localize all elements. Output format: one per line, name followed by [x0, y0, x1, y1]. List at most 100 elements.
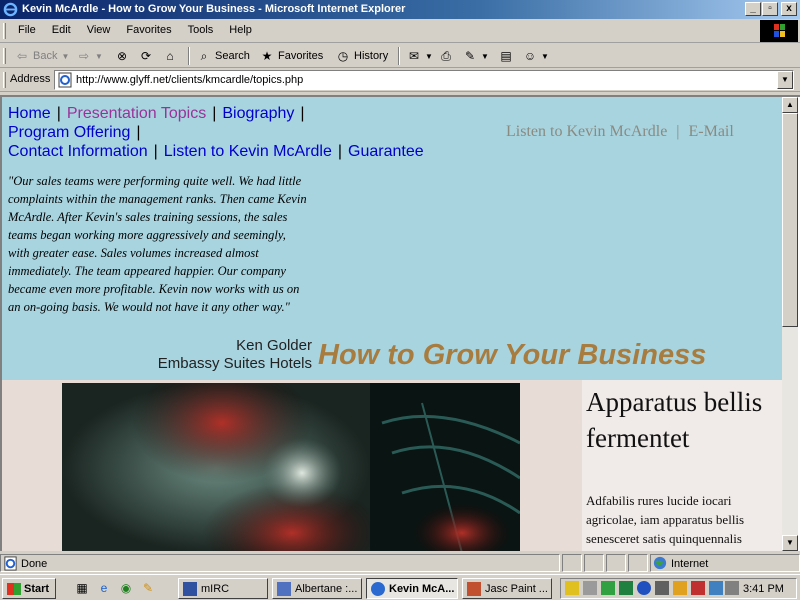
scroll-thumb[interactable] — [782, 113, 798, 327]
system-tray: 3:41 PM — [560, 578, 797, 599]
nav-contact-information[interactable]: Contact Information — [8, 143, 148, 160]
ie-task-icon — [371, 581, 385, 596]
stop-button[interactable]: ⊗ — [114, 47, 133, 65]
tray-icon[interactable] — [655, 581, 669, 595]
menu-bar: File Edit View Favorites Tools Help — [0, 19, 800, 43]
edit-icon: ✎ — [464, 49, 476, 63]
testimonial-attribution: Ken Golder Embassy Suites Hotels — [142, 337, 312, 373]
mail-icon: ✉ — [408, 49, 420, 63]
volume-icon[interactable] — [725, 581, 739, 595]
scroll-down-button[interactable]: ▼ — [782, 535, 798, 551]
refresh-button[interactable]: ⟳ — [138, 47, 157, 65]
back-arrow-icon: ⇦ — [16, 49, 28, 63]
tray-icon[interactable] — [565, 581, 579, 595]
top-links: Listen to Kevin McArdle | E-Mail — [506, 123, 734, 141]
nav-separator: | — [136, 124, 141, 141]
side-title: Apparatus bellis fermentet — [586, 387, 763, 453]
title-bar[interactable]: Kevin McArdle - How to Grow Your Busines… — [0, 0, 800, 19]
nav-listen[interactable]: Listen to Kevin McArdle — [164, 143, 332, 160]
clock[interactable]: 3:41 PM — [743, 583, 784, 595]
page-headline: How to Grow Your Business — [318, 339, 707, 371]
forward-arrow-icon: ⇨ — [78, 49, 90, 63]
nav-home[interactable]: Home — [8, 105, 51, 122]
address-input[interactable]: http://www.glyff.net/clients/kmcardle/to… — [54, 70, 794, 90]
nav-presentation-topics[interactable]: Presentation Topics — [67, 105, 206, 122]
vertical-scrollbar[interactable]: ▲ ▼ — [782, 97, 798, 551]
zone-text: Internet — [671, 558, 709, 570]
menu-tools[interactable]: Tools — [180, 24, 222, 36]
mirc-icon — [183, 581, 197, 596]
tray-icon[interactable] — [619, 581, 633, 595]
mail-button[interactable]: ✉ ▼ — [406, 47, 433, 65]
top-link-listen[interactable]: Listen to Kevin McArdle — [506, 123, 667, 140]
mail-dropdown-icon: ▼ — [425, 51, 433, 61]
nav-program-offering[interactable]: Program Offering — [8, 124, 130, 141]
nav-biography[interactable]: Biography — [222, 105, 294, 122]
tray-icon[interactable] — [673, 581, 687, 595]
minimize-button[interactable]: _ — [745, 2, 761, 16]
print-icon: ⎙ — [441, 49, 451, 63]
messenger-button[interactable]: ☺ ▼ — [522, 47, 549, 65]
menu-favorites[interactable]: Favorites — [118, 24, 179, 36]
windows-logo-icon — [760, 20, 798, 42]
messenger-icon: ☺ — [523, 49, 537, 63]
refresh-icon: ⟳ — [140, 49, 152, 63]
history-button[interactable]: ◷ History — [335, 47, 388, 65]
task-mirc[interactable]: mIRC — [178, 578, 268, 599]
back-label: Back — [33, 50, 58, 62]
search-button[interactable]: ⌕ Search — [196, 47, 250, 65]
window-title: Kevin McArdle - How to Grow Your Busines… — [22, 3, 406, 15]
top-link-email[interactable]: E-Mail — [689, 123, 734, 140]
tray-icon[interactable] — [709, 581, 723, 595]
forward-button[interactable]: ⇨ ▼ — [76, 47, 103, 65]
scroll-up-button[interactable]: ▲ — [782, 97, 798, 113]
favorites-button[interactable]: ★ Favorites — [259, 47, 324, 65]
menu-edit[interactable]: Edit — [44, 24, 79, 36]
address-dropdown-button[interactable]: ▼ — [777, 71, 793, 89]
start-button[interactable]: Start — [2, 578, 56, 599]
discuss-button[interactable]: ▤ — [498, 47, 517, 65]
menu-file[interactable]: File — [10, 24, 44, 36]
task-albertane[interactable]: Albertane :... — [272, 578, 362, 599]
task-jasc-paint[interactable]: Jasc Paint ... — [462, 578, 552, 599]
home-button[interactable]: ⌂ — [162, 47, 181, 65]
status-zone: Internet — [650, 554, 800, 572]
paint-shop-icon — [467, 581, 481, 596]
menu-help[interactable]: Help — [221, 24, 260, 36]
nav-separator: | — [56, 105, 61, 122]
side-body: Adfabilis rures lucide iocari agricolae,… — [586, 493, 745, 546]
menu-grip[interactable] — [3, 23, 6, 39]
home-icon: ⌂ — [166, 49, 174, 63]
print-button[interactable]: ⎙ — [438, 47, 457, 65]
tray-icon[interactable] — [637, 581, 651, 595]
stop-icon: ⊗ — [116, 49, 128, 63]
side-panel: Apparatus bellis fermentet Adfabilis rur… — [582, 380, 782, 551]
address-url: http://www.glyff.net/clients/kmcardle/to… — [76, 74, 304, 86]
tool-quicklaunch-icon[interactable]: ✎ — [140, 580, 156, 596]
status-cell — [562, 554, 582, 572]
forward-dropdown-icon: ▼ — [95, 51, 103, 61]
globe-icon — [653, 556, 667, 570]
back-button[interactable]: ⇦ Back ▼ — [14, 47, 69, 65]
show-desktop-icon[interactable]: ▦ — [74, 580, 90, 596]
tray-icon[interactable] — [601, 581, 615, 595]
tray-icon[interactable] — [583, 581, 597, 595]
maximize-button[interactable]: ▫ — [762, 2, 778, 16]
edit-button[interactable]: ✎ ▼ — [462, 47, 489, 65]
task-kevin-mcardle[interactable]: Kevin McA... — [366, 578, 458, 599]
status-cell — [584, 554, 604, 572]
favorites-label: Favorites — [278, 50, 324, 62]
close-button[interactable]: x — [781, 2, 797, 16]
edit-dropdown-icon: ▼ — [481, 51, 489, 61]
address-bar: Address http://www.glyff.net/clients/kmc… — [0, 68, 800, 92]
hero-photo — [62, 383, 520, 551]
app-quicklaunch-icon[interactable]: ◉ — [118, 580, 134, 596]
address-grip[interactable] — [3, 72, 6, 88]
nav-guarantee[interactable]: Guarantee — [348, 143, 424, 160]
nav-separator: | — [337, 143, 343, 160]
menu-view[interactable]: View — [79, 24, 119, 36]
ie-quicklaunch-icon[interactable]: e — [96, 580, 112, 596]
toolbar-grip[interactable] — [3, 48, 6, 64]
toolbar-separator — [398, 47, 400, 65]
tray-icon[interactable] — [691, 581, 705, 595]
